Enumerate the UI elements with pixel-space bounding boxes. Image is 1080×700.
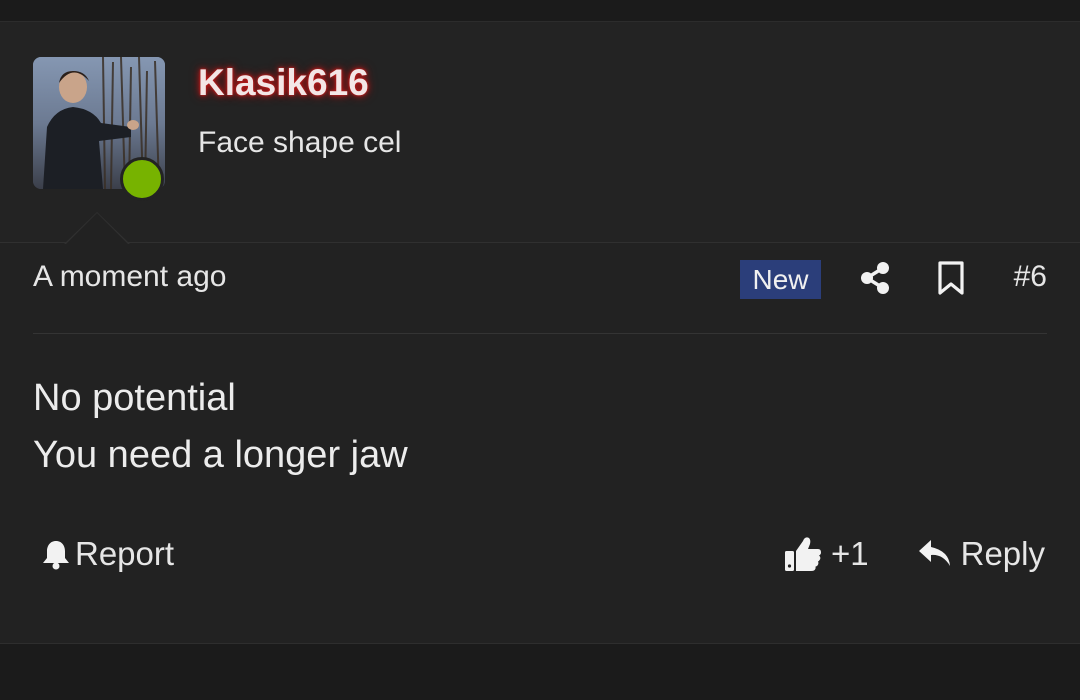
report-button[interactable]: Report [41, 530, 174, 578]
post-actions: Report +1 Reply [33, 530, 1047, 580]
post-body-line-1: No potential [33, 377, 236, 419]
new-badge: New [740, 260, 821, 299]
top-divider [0, 0, 1080, 22]
post-user-header: Klasik616 Face shape cel [0, 22, 1080, 243]
share-icon [861, 262, 889, 294]
report-label: Report [75, 535, 175, 572]
online-status-indicator [120, 157, 164, 201]
header-notch [66, 213, 128, 244]
post-timestamp[interactable]: A moment ago [33, 260, 226, 294]
reply-icon [918, 540, 950, 566]
reply-label: Reply [960, 535, 1045, 572]
post-number-link[interactable]: #6 [1014, 260, 1047, 294]
bottom-divider [0, 645, 1080, 700]
like-button[interactable]: +1 [783, 530, 869, 578]
bookmark-icon [938, 261, 964, 295]
thumbs-up-icon [785, 537, 821, 571]
reply-button[interactable]: Reply [917, 530, 1045, 578]
bookmark-button[interactable] [931, 256, 971, 300]
post-meta-row: A moment ago New #6 [33, 250, 1047, 334]
share-button[interactable] [855, 256, 895, 300]
username[interactable]: Klasik616 [198, 62, 369, 104]
post-body: No potential You need a longer jaw [33, 370, 1047, 484]
post-body-line-2: You need a longer jaw [33, 434, 408, 476]
bell-icon [43, 541, 69, 570]
user-title: Face shape cel [198, 126, 402, 159]
avatar-wrapper [33, 57, 165, 201]
like-count-label: +1 [831, 535, 869, 572]
